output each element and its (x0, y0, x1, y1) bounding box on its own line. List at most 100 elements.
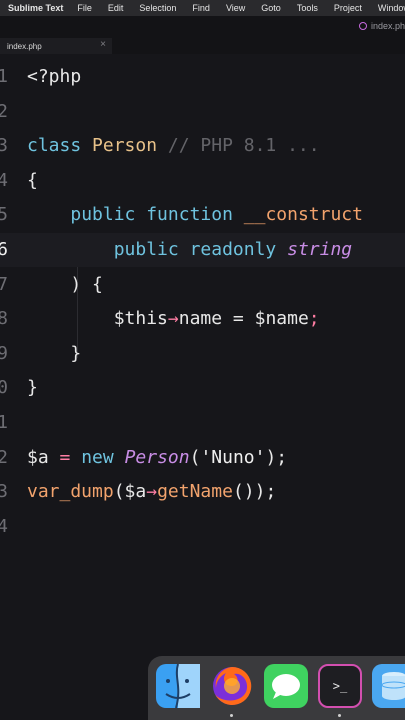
code-line[interactable]: 3 class Person // PHP 8.1 ... (0, 129, 405, 163)
code-token: ( (189, 446, 201, 468)
code-token: readonly (189, 239, 288, 260)
code-token: → (167, 308, 179, 330)
code-token: new (81, 446, 125, 468)
finder-icon[interactable] (156, 664, 200, 708)
code-token: } (27, 342, 82, 364)
code-text: ) { (27, 268, 103, 302)
line-number: 1 (0, 412, 8, 433)
code-token: // PHP 8.1 ... (167, 135, 320, 157)
line-number: 2 (0, 100, 8, 122)
code-token: $this (113, 308, 168, 330)
code-token: ); (265, 446, 288, 468)
code-line[interactable]: 7 ) { (0, 268, 405, 302)
code-token: <?php (27, 66, 82, 87)
code-token: } (27, 377, 38, 399)
tab-label: index.php (7, 41, 42, 51)
code-token: getName (157, 481, 233, 503)
code-line[interactable]: 3 var_dump($a→getName()); (0, 475, 405, 509)
terminal-prompt: >_ (332, 679, 348, 693)
menu-file[interactable]: File (77, 3, 92, 13)
code-token: → (146, 481, 158, 503)
menu-window[interactable]: Window (378, 3, 405, 13)
code-line[interactable]: 2 $a = new Person('Nuno'); (0, 441, 405, 475)
close-icon[interactable]: × (100, 39, 106, 50)
code-line[interactable]: 1 <?php (0, 60, 405, 94)
code-token: ( (113, 481, 125, 503)
code-token: Person (92, 135, 168, 157)
tab-bar: index.ph index.php × (0, 16, 405, 54)
code-line[interactable]: 9 } (0, 337, 405, 371)
code-token: Person (124, 446, 190, 468)
line-number: 0 (0, 377, 8, 399)
line-number: 7 (0, 273, 8, 295)
app-menu[interactable]: Sublime Text (8, 3, 63, 13)
line-number: 3 (0, 481, 8, 503)
line-number: 4 (0, 515, 8, 537)
code-text: $a = new Person('Nuno'); (27, 441, 287, 475)
line-number: 9 (0, 342, 8, 364)
code-text: <?php (27, 60, 81, 94)
menu-find[interactable]: Find (192, 3, 210, 13)
code-token: ) { (27, 273, 103, 295)
code-token: __construct (243, 204, 363, 226)
code-line[interactable]: 5 public function __construct (0, 198, 405, 232)
code-text: $this→name = $name; (27, 302, 320, 336)
code-line[interactable]: 8 $this→name = $name; (0, 302, 405, 336)
code-text: } (27, 371, 38, 405)
line-number: 1 (0, 66, 8, 87)
line-number: 8 (0, 308, 8, 330)
project-tab-label: index.ph (370, 21, 405, 31)
menu-edit[interactable]: Edit (108, 3, 124, 13)
menu-project[interactable]: Project (334, 3, 362, 13)
code-token: string (287, 239, 353, 260)
tab-index-php[interactable]: index.php × (0, 38, 112, 54)
code-token: { (27, 169, 38, 191)
code-text: class Person // PHP 8.1 ... (27, 129, 320, 163)
code-text: public function __construct (27, 198, 363, 232)
code-token: class (27, 135, 93, 157)
code-editor[interactable]: 1 <?php 2 3 class Person // PHP 8.1 ... 4{5 p… (0, 54, 405, 654)
running-indicator (338, 714, 341, 717)
line-number: 6 (0, 239, 8, 260)
menu-goto[interactable]: Goto (261, 3, 281, 13)
code-token: $a (27, 446, 60, 468)
code-token: = (59, 446, 82, 468)
line-number: 2 (0, 446, 8, 468)
code-text: } (27, 337, 81, 371)
code-token: 'Nuno' (200, 446, 266, 468)
dock: >_ (148, 656, 405, 720)
code-token: ()); (232, 481, 277, 503)
code-line[interactable]: 4{ (0, 164, 405, 198)
messages-icon[interactable] (264, 664, 308, 708)
code-line[interactable]: 2 (0, 95, 405, 129)
menu-bar: Sublime Text File Edit Selection Find Vi… (0, 0, 405, 16)
line-number: 5 (0, 204, 8, 226)
running-indicator (230, 714, 233, 717)
line-number: 4 (0, 169, 8, 191)
terminal-icon[interactable]: >_ (318, 664, 362, 708)
code-token: public (70, 204, 147, 226)
menu-selection[interactable]: Selection (139, 3, 176, 13)
code-token: public (113, 239, 190, 260)
project-icon (358, 22, 367, 30)
code-token: name (178, 308, 233, 330)
line-number: 3 (0, 135, 8, 157)
code-line[interactable]: 4 (0, 510, 405, 544)
menu-view[interactable]: View (226, 3, 245, 13)
code-token: function (146, 204, 244, 226)
project-tab[interactable]: index.ph (358, 19, 405, 33)
code-line[interactable]: 0} (0, 371, 405, 405)
code-token: $a (124, 481, 147, 503)
code-line[interactable]: 1 (0, 406, 405, 440)
code-line[interactable]: 6 public readonly string (0, 233, 405, 267)
menu-tools[interactable]: Tools (297, 3, 318, 13)
code-text: { (27, 164, 38, 198)
database-icon[interactable] (372, 664, 405, 708)
code-token: var_dump (27, 481, 114, 503)
code-token: = (232, 308, 255, 330)
firefox-icon[interactable] (210, 664, 254, 708)
code-text: public readonly string (27, 233, 352, 267)
